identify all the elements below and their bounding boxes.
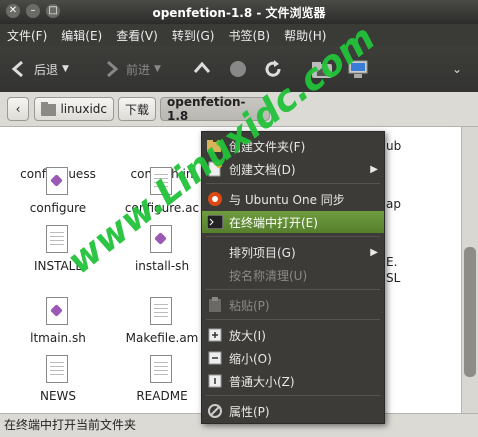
breadcrumb-label: linuxidc <box>60 102 107 116</box>
menu-item-clean-up-by-name: 按名称清理(U) <box>202 264 384 286</box>
submenu-arrow-icon: ▶ <box>370 163 378 175</box>
menu-item-normal-size[interactable]: 普通大小(Z) <box>202 370 384 392</box>
breadcrumb-downloads[interactable]: 下载 <box>118 97 156 121</box>
window-titlebar: ✕ – □ openfetion-1.8 - 文件浏览器 <box>0 0 478 24</box>
stop-icon <box>230 61 246 77</box>
menu-item-arrange-items[interactable]: 排列项目(G) ▶ <box>202 241 384 263</box>
file-label: Makefile.am <box>125 331 199 345</box>
menu-separator <box>206 236 380 237</box>
menu-item-zoom-in[interactable]: 放大(I) <box>202 324 384 346</box>
context-menu: 创建文件夹(F) 创建文档(D) ▶ 与 Ubuntu One 同步 在终端中打… <box>201 131 385 424</box>
file-item[interactable]: configure <box>2 167 114 215</box>
menu-item-label: 普通大小(Z) <box>229 374 295 389</box>
menu-item-label: 属性(P) <box>229 404 270 419</box>
file-label: ltmain.sh <box>30 331 86 345</box>
menu-item-label: 与 Ubuntu One 同步 <box>229 192 345 207</box>
toolbar-overflow-button[interactable]: ⌄ <box>452 54 462 84</box>
stop-button[interactable] <box>228 54 248 84</box>
back-label: 后退 <box>34 62 59 77</box>
back-arrow-icon <box>11 60 23 78</box>
partial-file-label: E. <box>386 255 398 269</box>
menu-item-label: 粘贴(P) <box>229 298 270 313</box>
chevron-down-icon: ⌄ <box>452 62 463 76</box>
chevron-left-icon: ‹ <box>15 102 21 116</box>
back-dropdown-icon[interactable]: ▼ <box>62 64 69 74</box>
toolbar: 后退 ▼ 前进 ▼ ⌄ <box>0 46 478 92</box>
menu-item-label: 缩小(O) <box>229 351 272 366</box>
menu-file[interactable]: 文件(F) <box>0 27 54 44</box>
ubuntu-one-icon <box>207 191 223 207</box>
menu-item-paste: 粘贴(P) <box>202 294 384 316</box>
back-button[interactable]: 后退 ▼ <box>8 54 69 84</box>
partial-file-label: SL <box>386 271 401 285</box>
menu-item-label: 放大(I) <box>229 328 266 343</box>
file-item[interactable]: NEWS <box>2 355 114 403</box>
menu-item-label: 创建文档(D) <box>229 162 296 177</box>
window-title: openfetion-1.8 - 文件浏览器 <box>152 6 326 20</box>
breadcrumb-label: 下载 <box>125 102 150 117</box>
text-file-icon <box>150 297 172 325</box>
menu-item-ubuntu-one-sync[interactable]: 与 Ubuntu One 同步 <box>202 188 384 210</box>
text-file-icon <box>150 355 172 383</box>
script-file-icon <box>150 225 172 253</box>
menu-separator <box>206 289 380 290</box>
up-arrow-icon <box>193 61 211 73</box>
terminal-icon <box>207 214 223 230</box>
file-item[interactable]: ltmain.sh <box>2 297 114 345</box>
paste-icon <box>207 297 223 313</box>
forward-dropdown-icon[interactable]: ▼ <box>154 64 161 74</box>
menu-separator <box>206 183 380 184</box>
up-button[interactable] <box>192 54 212 84</box>
partial-file-label: ap <box>386 197 401 211</box>
script-file-icon <box>46 297 68 325</box>
menu-separator <box>206 319 380 320</box>
menubar: 文件(F) 编辑(E) 查看(V) 转到(G) 书签(B) 帮助(H) <box>0 24 478 46</box>
zoom-in-icon <box>207 327 223 343</box>
file-label: NEWS <box>39 389 77 403</box>
menu-view[interactable]: 查看(V) <box>109 27 165 44</box>
home-folder-icon <box>41 102 57 116</box>
zoom-out-icon <box>207 350 223 366</box>
submenu-arrow-icon: ▶ <box>370 246 378 258</box>
menu-separator <box>206 395 380 396</box>
forward-arrow-icon <box>107 60 119 78</box>
properties-icon <box>207 403 223 419</box>
file-label: install-sh <box>134 259 190 273</box>
file-label: configure <box>29 201 87 215</box>
menu-item-label: 按名称清理(U) <box>229 268 308 283</box>
menu-item-label: 在终端中打开(E) <box>229 215 318 230</box>
partial-file-label: ub <box>386 139 402 153</box>
zoom-normal-icon <box>207 373 223 389</box>
menu-item-properties[interactable]: 属性(P) <box>202 400 384 422</box>
scrollbar-thumb[interactable] <box>464 247 476 377</box>
script-file-icon <box>46 167 68 195</box>
file-label: README <box>136 389 188 403</box>
menu-item-open-terminal[interactable]: 在终端中打开(E) <box>202 211 384 233</box>
menu-edit[interactable]: 编辑(E) <box>54 27 109 44</box>
menu-bookmarks[interactable]: 书签(B) <box>221 27 277 44</box>
forward-label: 前进 <box>126 62 151 77</box>
text-file-icon <box>46 355 68 383</box>
menu-go[interactable]: 转到(G) <box>165 27 222 44</box>
menu-help[interactable]: 帮助(H) <box>277 27 333 44</box>
forward-button[interactable]: 前进 ▼ <box>100 54 161 84</box>
vertical-scrollbar[interactable] <box>461 127 478 413</box>
breadcrumb-back-button[interactable]: ‹ <box>7 97 29 121</box>
breadcrumb-linuxidc[interactable]: linuxidc <box>34 97 114 121</box>
menu-item-label: 排列项目(G) <box>229 245 296 260</box>
menu-item-zoom-out[interactable]: 缩小(O) <box>202 347 384 369</box>
